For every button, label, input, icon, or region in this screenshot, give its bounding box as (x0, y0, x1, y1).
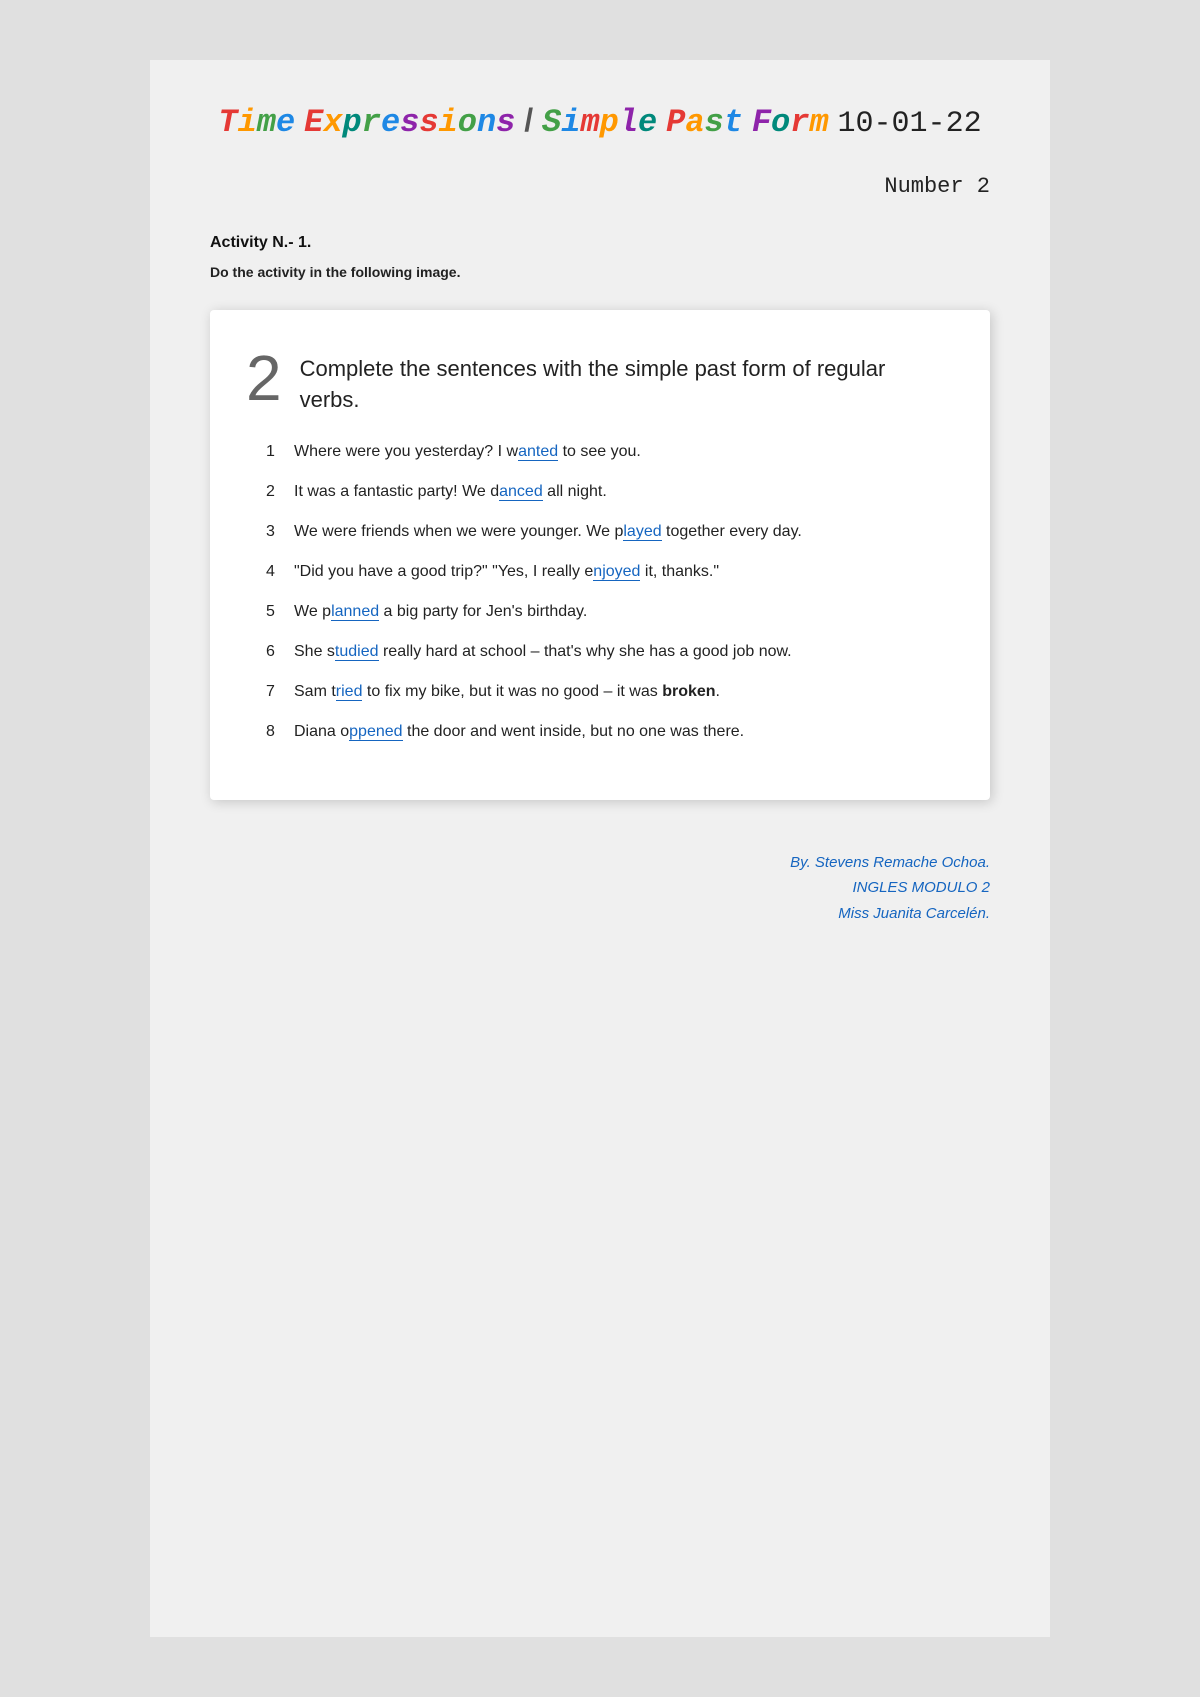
subtitle-e: e (638, 104, 657, 141)
number-label: Number 2 (210, 174, 990, 199)
title-slash: / (524, 102, 542, 138)
title-char: o (458, 104, 477, 141)
item-number: 8 (266, 720, 294, 744)
item-text: We planned a big party for Jen's birthda… (294, 600, 950, 624)
list-item: 7 Sam tried to fix my bike, but it was n… (266, 680, 950, 704)
list-item: 5 We planned a big party for Jen's birth… (266, 600, 950, 624)
list-item: 3 We were friends when we were younger. … (266, 520, 950, 544)
item-number: 3 (266, 520, 294, 544)
card-header: 2 Complete the sentences with the simple… (246, 346, 950, 416)
title-char: E (304, 104, 323, 141)
subtitle-r: r (790, 104, 809, 141)
title-char: s (400, 104, 419, 141)
item-number: 7 (266, 680, 294, 704)
title-char: i (238, 104, 257, 141)
item-text: Diana oppened the door and went inside, … (294, 720, 950, 744)
item-number: 4 (266, 560, 294, 584)
subtitle-m: m (580, 104, 599, 141)
answer-blank: tudied (335, 643, 379, 661)
exercise-list: 1 Where were you yesterday? I wanted to … (246, 440, 950, 744)
item-text: Sam tried to fix my bike, but it was no … (294, 680, 950, 704)
title-char: x (323, 104, 342, 141)
answer-blank: layed (623, 523, 661, 541)
footer: By. Stevens Remache Ochoa. INGLES MODULO… (210, 850, 990, 927)
card-title: Complete the sentences with the simple p… (300, 354, 950, 416)
subtitle-p2: P (666, 104, 685, 141)
page-title: Time Expressions / Simple Past Form 10-0… (210, 100, 990, 144)
answer-blank: njoyed (593, 563, 640, 581)
page: Time Expressions / Simple Past Form 10-0… (150, 60, 1050, 1637)
list-item: 4 "Did you have a good trip?" "Yes, I re… (266, 560, 950, 584)
title-char: n (477, 104, 496, 141)
list-item: 6 She studied really hard at school – th… (266, 640, 950, 664)
subtitle-p: p (600, 104, 619, 141)
item-text: "Did you have a good trip?" "Yes, I real… (294, 560, 950, 584)
item-text: It was a fantastic party! We danced all … (294, 480, 950, 504)
subtitle-t: t (724, 104, 743, 141)
answer-blank: lanned (331, 603, 379, 621)
item-text: We were friends when we were younger. We… (294, 520, 950, 544)
title-char: s (419, 104, 438, 141)
subtitle-m2: m (809, 104, 828, 141)
item-number: 6 (266, 640, 294, 664)
list-item: 1 Where were you yesterday? I wanted to … (266, 440, 950, 464)
title-char: r (362, 104, 381, 141)
subtitle-o: o (771, 104, 790, 141)
title-char: s (496, 104, 515, 141)
card-number: 2 (246, 346, 282, 410)
list-item: 2 It was a fantastic party! We danced al… (266, 480, 950, 504)
subtitle-i: i (561, 104, 580, 141)
title-char: e (276, 104, 295, 141)
exercise-card: 2 Complete the sentences with the simple… (210, 310, 990, 800)
answer-blank: ppened (349, 723, 402, 741)
title-char: T (218, 104, 237, 141)
item-text: Where were you yesterday? I wanted to se… (294, 440, 950, 464)
activity-title: Activity N.- 1. (210, 234, 990, 252)
footer-line2: INGLES MODULO 2 (210, 875, 990, 901)
answer-blank: ried (336, 683, 363, 701)
activity-instruction: Do the activity in the following image. (210, 264, 990, 280)
list-item: 8 Diana oppened the door and went inside… (266, 720, 950, 744)
subtitle-f: F (752, 104, 771, 141)
item-number: 1 (266, 440, 294, 464)
subtitle-l: l (619, 104, 638, 141)
subtitle-a: a (685, 104, 704, 141)
item-text: She studied really hard at school – that… (294, 640, 950, 664)
title-char: e (381, 104, 400, 141)
title-date: 10-01-22 (838, 107, 982, 141)
footer-line1: By. Stevens Remache Ochoa. (210, 850, 990, 876)
item-number: 5 (266, 600, 294, 624)
footer-line3: Miss Juanita Carcelén. (210, 901, 990, 927)
answer-blank: anced (499, 483, 543, 501)
answer-blank: anted (518, 443, 558, 461)
title-char: i (439, 104, 458, 141)
subtitle-simple: S (542, 104, 561, 141)
title-char: p (343, 104, 362, 141)
title-char: m (257, 104, 276, 141)
item-number: 2 (266, 480, 294, 504)
subtitle-s: s (705, 104, 724, 141)
